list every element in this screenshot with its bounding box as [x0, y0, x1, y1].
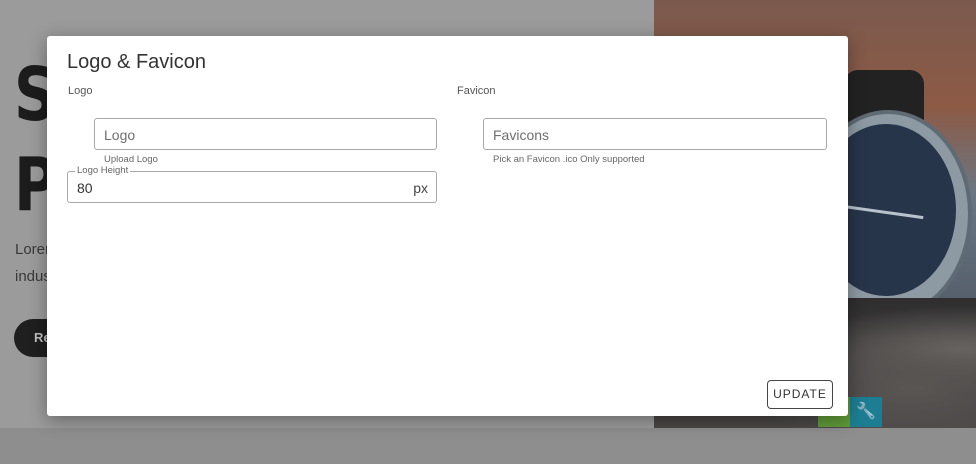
logo-upload-field[interactable]: Logo	[94, 118, 437, 150]
favicon-upload-placeholder: Favicons	[493, 127, 550, 143]
favicon-section-label: Favicon	[457, 85, 496, 97]
dialog-title: Logo & Favicon	[67, 51, 206, 73]
wrench-icon: 🔧	[850, 397, 882, 427]
logo-section-label: Logo	[68, 85, 93, 97]
favicon-upload-field[interactable]: Favicons	[483, 118, 827, 150]
logo-height-label: Logo Height	[75, 165, 131, 177]
logo-height-input[interactable]: Logo Height 80 px	[67, 165, 437, 203]
logo-height-value: 80	[77, 180, 93, 196]
logo-upload-helper: Upload Logo	[104, 154, 158, 165]
logo-favicon-dialog: Logo & Favicon Logo Favicon Logo Upload …	[47, 36, 848, 416]
favicon-upload-helper: Pick an Favicon .ico Only supported	[493, 154, 645, 165]
logo-height-unit: px	[413, 180, 428, 196]
logo-upload-placeholder: Logo	[104, 127, 136, 143]
hero-text-line-2: indus	[15, 268, 51, 285]
update-button[interactable]: UPDATE	[767, 380, 833, 409]
background-footer	[0, 428, 976, 464]
